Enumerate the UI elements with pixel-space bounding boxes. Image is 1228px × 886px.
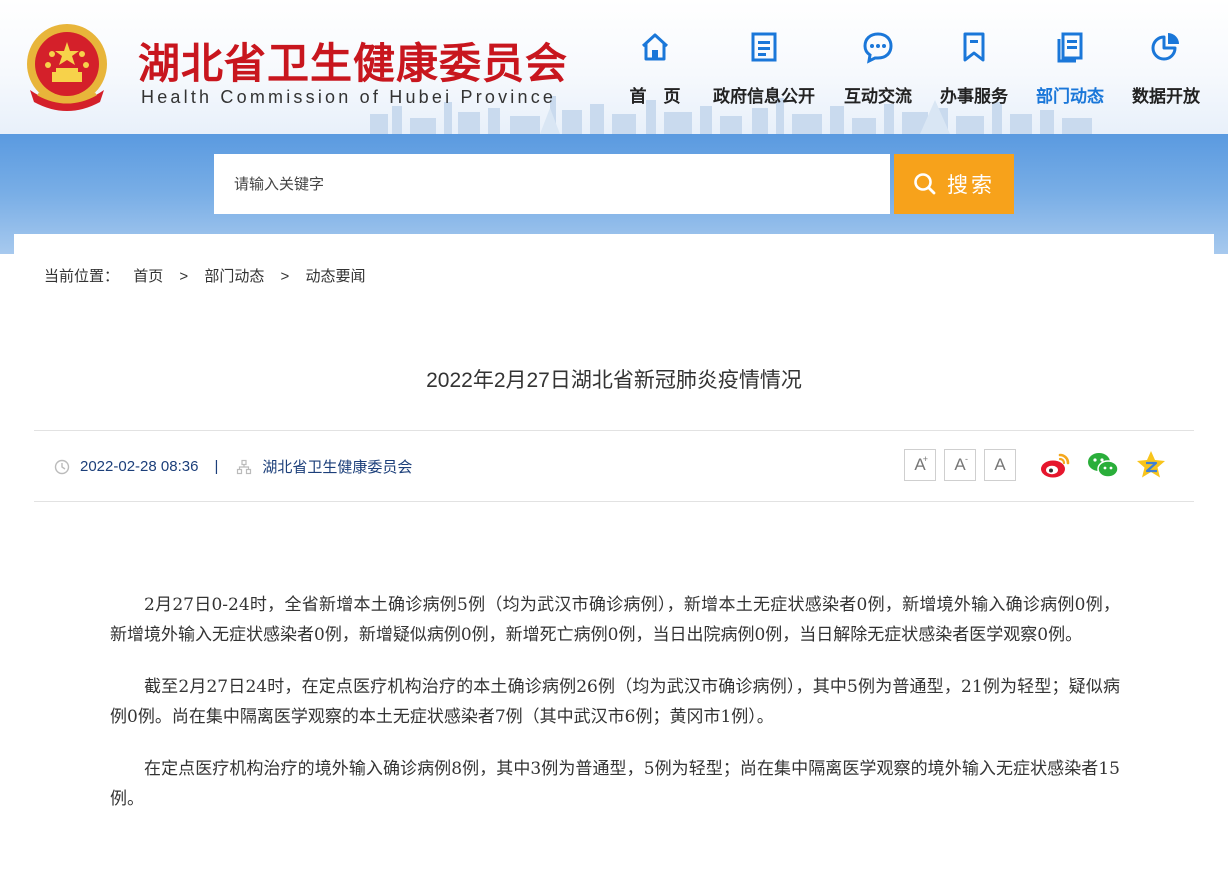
wechat-icon[interactable] [1086, 448, 1120, 482]
nav-item-interaction[interactable]: 互动交流 [823, 30, 933, 107]
breadcrumb-separator: > [280, 268, 290, 285]
site-subtitle: Health Commission of Hubei Province [141, 87, 557, 107]
site-title: 湖北省卫生健康委员会 [138, 39, 569, 88]
nav-label: 互动交流 [844, 87, 912, 107]
article-title: 2022年2月27日湖北省新冠肺炎疫情情况 [426, 369, 802, 392]
article-paragraph: 2月27日0-24时，全省新增本土确诊病例5例（均为武汉市确诊病例），新增本土无… [110, 595, 1120, 645]
font-button-mark: - [965, 454, 968, 464]
organization-icon [237, 459, 252, 474]
news-icon [1057, 32, 1083, 63]
search-input[interactable] [214, 154, 890, 214]
font-size-decrease-button[interactable]: A - [944, 449, 976, 481]
font-size-increase-button[interactable]: A + [904, 449, 936, 481]
font-size-reset-button[interactable]: A [984, 449, 1016, 481]
nav-item-services[interactable]: 办事服务 [919, 30, 1029, 107]
national-emblem-logo [27, 24, 107, 111]
font-button-letter: A [954, 455, 966, 474]
nav-label: 首 页 [629, 87, 681, 107]
article-body: 2月27日0-24时，全省新增本土确诊病例5例（均为武汉市确诊病例），新增本土无… [110, 590, 1120, 836]
pie-chart-icon [1151, 33, 1179, 61]
qzone-icon[interactable] [1134, 448, 1168, 482]
document-icon [751, 32, 777, 62]
nav-label: 办事服务 [940, 87, 1008, 107]
breadcrumb-separator: > [179, 268, 189, 285]
search-icon [914, 173, 936, 195]
nav-item-gov-info[interactable]: 政府信息公开 [709, 30, 819, 107]
nav-item-open-data[interactable]: 数据开放 [1111, 30, 1221, 107]
nav-label: 数据开放 [1132, 87, 1200, 107]
weibo-icon[interactable] [1038, 448, 1072, 482]
article-paragraph: 截至2月27日24时，在定点医疗机构治疗的本土确诊病例26例（均为武汉市确诊病例… [110, 677, 1120, 727]
breadcrumb-dept-news[interactable]: 部门动态 [204, 268, 264, 285]
article-meta: 2022-02-28 08:36 | 湖北省卫生健康委员会 A + A - A [34, 430, 1194, 502]
font-button-mark: + [922, 454, 928, 464]
site-header: 湖北省卫生健康委员会 Health Commission of Hubei Pr… [0, 0, 1228, 134]
breadcrumb-top-news[interactable]: 动态要闻 [305, 268, 365, 285]
article-source: 湖北省卫生健康委员会 [262, 459, 413, 476]
chat-icon [863, 32, 893, 64]
breadcrumb-home[interactable]: 首页 [133, 268, 163, 285]
article-panel: 当前位置： 首页 > 部门动态 > 动态要闻 2022年2月27日湖北省新冠肺炎… [14, 234, 1214, 886]
clock-icon [54, 459, 70, 474]
nav-label: 政府信息公开 [713, 87, 815, 107]
publish-date: 2022-02-28 08:36 [80, 458, 199, 475]
meta-divider: | [214, 458, 219, 475]
home-icon [641, 33, 669, 61]
search-button-label: 搜索 [947, 173, 995, 197]
font-button-letter: A [994, 455, 1006, 474]
nav-item-dept-news[interactable]: 部门动态 [1015, 30, 1125, 107]
nav-item-home[interactable]: 首 页 [600, 30, 710, 107]
breadcrumb-prefix: 当前位置： [44, 268, 120, 285]
article-paragraph: 在定点医疗机构治疗的境外输入确诊病例8例，其中3例为普通型，5例为轻型；尚在集中… [110, 759, 1120, 809]
search-button[interactable]: 搜索 [894, 154, 1014, 214]
nav-label: 部门动态 [1036, 87, 1104, 107]
breadcrumb: 当前位置： 首页 > 部门动态 > 动态要闻 [44, 265, 365, 286]
bookmark-icon [963, 32, 985, 62]
